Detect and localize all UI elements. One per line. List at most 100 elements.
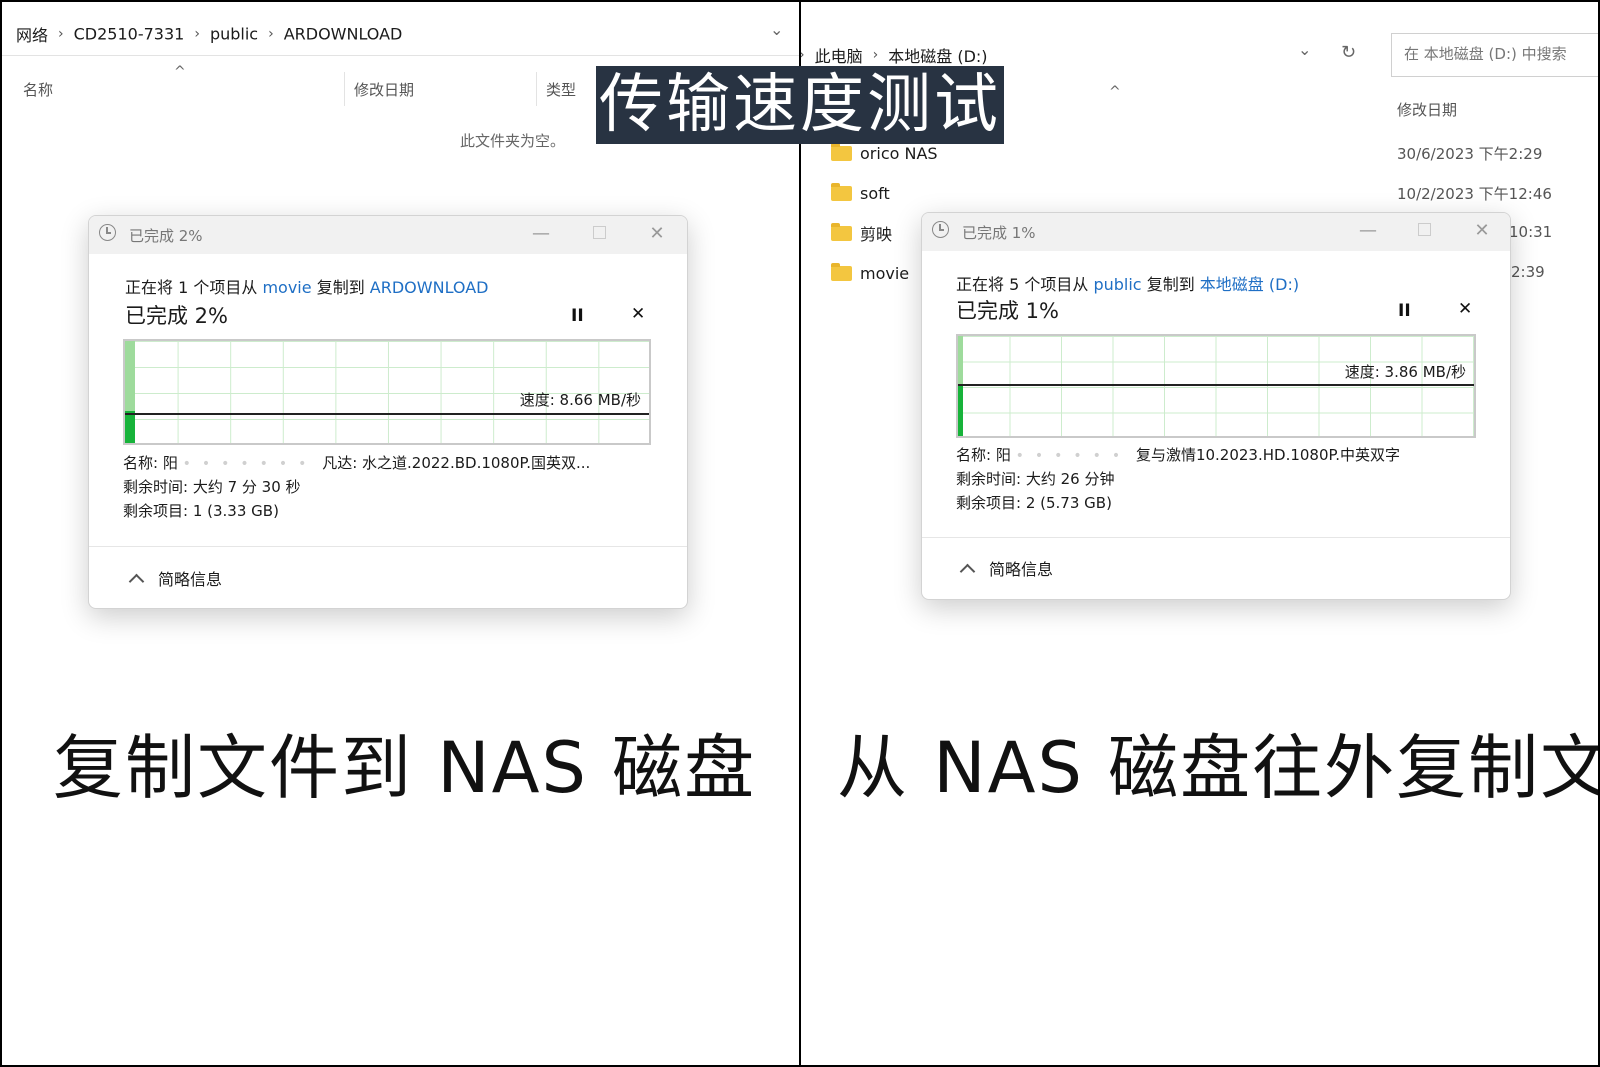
folder-icon: [831, 262, 852, 281]
speed-line: [958, 384, 1474, 386]
sort-caret-icon: ^: [1109, 84, 1121, 100]
source-link[interactable]: public: [1093, 275, 1141, 294]
copy-description: 正在将 1 个项目从 movie 复制到 ARDOWNLOAD: [125, 274, 488, 298]
overlay-title: 传输速度测试: [596, 66, 1004, 144]
dialog-title: 已完成 2%: [129, 227, 203, 245]
time-remaining: 剩余时间: 大约 7 分 30 秒: [123, 478, 301, 496]
folder-icon: [831, 182, 852, 201]
maximize-button[interactable]: [1410, 219, 1438, 243]
less-details-label: 简略信息: [989, 560, 1054, 579]
breadcrumb-item-network[interactable]: 网络: [16, 26, 48, 45]
copy-description-mid: 复制到: [1146, 275, 1195, 294]
file-name-row: 名称: 阳 •••••• 复与激情10.2023.HD.1080P.中英双字: [956, 444, 1400, 465]
chevron-down-icon[interactable]: ⌄: [1298, 40, 1311, 59]
speed-graph: 速度: 8.66 MB/秒: [123, 339, 651, 445]
folder-date: 30/6/2023 下午2:29: [1397, 145, 1543, 163]
chevron-right-icon: ›: [801, 47, 805, 63]
chevron-right-icon: ›: [872, 47, 879, 63]
less-details-toggle[interactable]: 简略信息: [128, 566, 222, 590]
search-placeholder: 在 本地磁盘 (D:) 中搜索: [1404, 45, 1567, 63]
dialog-footer-divider: [922, 537, 1510, 538]
chevron-right-icon: ›: [268, 26, 274, 42]
copy-description: 正在将 5 个项目从 public 复制到 本地磁盘 (D:): [956, 271, 1299, 295]
folder-name: 剪映: [860, 225, 893, 244]
list-item[interactable]: 剪映: [831, 222, 892, 244]
breadcrumb-item-share[interactable]: public: [210, 25, 258, 44]
copy-description-mid: 复制到: [316, 278, 365, 297]
folder-icon: [831, 142, 852, 161]
column-header-modified[interactable]: 修改日期: [1397, 99, 1457, 120]
file-name-label: 名称: 阳: [956, 446, 1011, 464]
breadcrumb: 网络 › CD2510-7331 › public › ARDOWNLOAD: [16, 22, 402, 46]
list-item[interactable]: movie: [831, 262, 909, 284]
breadcrumb-item-this-pc[interactable]: 此电脑: [815, 47, 863, 66]
clock-icon: [932, 221, 949, 238]
destination-link[interactable]: ARDOWNLOAD: [370, 278, 489, 297]
breadcrumb-item-host[interactable]: CD2510-7331: [74, 25, 185, 44]
dialog-footer-divider: [89, 546, 687, 547]
column-header-type[interactable]: 类型: [546, 79, 576, 100]
less-details-toggle[interactable]: 简略信息: [959, 556, 1054, 580]
copy-description-prefix: 正在将 5 个项目从: [956, 275, 1089, 294]
file-name-value: 复与激情10.2023.HD.1080P.中英双字: [1135, 446, 1400, 464]
percent-complete: 已完成 2%: [125, 304, 228, 328]
close-button[interactable]: ✕: [1468, 219, 1496, 243]
items-remaining: 剩余项目: 2 (5.73 GB): [956, 494, 1112, 512]
breadcrumb-item-drive[interactable]: 本地磁盘 (D:): [888, 47, 987, 66]
file-name-row: 名称: 阳 ••••••• 凡达: 水之道.2022.BD.1080P.国英双.…: [123, 452, 590, 473]
chevron-down-icon[interactable]: ⌄: [770, 20, 783, 39]
sort-caret-icon: ^: [174, 64, 186, 80]
progress-fill-dark: [125, 411, 136, 443]
file-name-value: 凡达: 水之道.2022.BD.1080P.国英双...: [322, 454, 591, 472]
minimize-button[interactable]: —: [527, 222, 555, 246]
folder-name: soft: [860, 183, 890, 203]
list-item[interactable]: soft: [831, 182, 890, 204]
refresh-icon[interactable]: ↻: [1341, 42, 1356, 63]
panel-divider: [799, 0, 801, 1067]
left-caption: 复制文件到 NAS 磁盘: [53, 727, 757, 809]
folder-date: 2:39: [1511, 263, 1545, 281]
minimize-button[interactable]: —: [1354, 219, 1382, 243]
speed-label: 速度: 8.66 MB/秒: [519, 391, 641, 409]
dialog-title: 已完成 1%: [962, 224, 1036, 242]
percent-complete: 已完成 1%: [956, 299, 1059, 323]
list-item[interactable]: orico NAS: [831, 142, 938, 164]
column-header-name[interactable]: 名称: [23, 79, 53, 100]
folder-date: 10:31: [1509, 223, 1553, 241]
search-input[interactable]: 在 本地磁盘 (D:) 中搜索: [1391, 33, 1600, 77]
address-bar-divider: [0, 55, 799, 56]
empty-folder-note: 此文件夹为空。: [460, 132, 566, 150]
column-header-modified[interactable]: 修改日期: [354, 79, 414, 100]
dialog-title-bar[interactable]: 已完成 1% — ✕: [922, 213, 1510, 251]
folder-name: movie: [860, 263, 910, 283]
cancel-button[interactable]: ✕: [631, 304, 645, 324]
copy-progress-dialog: 已完成 2% — ✕ 正在将 1 个项目从 movie 复制到 ARDOWNLO…: [88, 215, 688, 609]
chevron-up-icon: [959, 563, 976, 580]
breadcrumb-item-folder[interactable]: ARDOWNLOAD: [284, 25, 403, 44]
chevron-up-icon: [128, 573, 145, 590]
progress-fill-dark: [958, 386, 964, 436]
redaction-dots: •••••••: [182, 456, 318, 472]
breadcrumb: › 此电脑 › 本地磁盘 (D:): [801, 43, 988, 67]
destination-link[interactable]: 本地磁盘 (D:): [1200, 275, 1299, 294]
close-button[interactable]: ✕: [643, 222, 671, 246]
column-divider[interactable]: [344, 72, 345, 106]
right-explorer-panel: › 此电脑 › 本地磁盘 (D:) ⌄ ↻ 在 本地磁盘 (D:) 中搜索 ^ 修改日…: [801, 0, 1600, 1067]
pause-button[interactable]: II: [571, 306, 584, 326]
maximize-button[interactable]: [585, 222, 613, 246]
folder-name: orico NAS: [860, 143, 938, 163]
source-link[interactable]: movie: [262, 278, 311, 297]
dialog-title-bar[interactable]: 已完成 2% — ✕: [89, 216, 687, 254]
copy-progress-dialog: 已完成 1% — ✕ 正在将 5 个项目从 public 复制到 本地磁盘 (D…: [921, 212, 1511, 600]
column-divider[interactable]: [536, 72, 537, 106]
redaction-dots: ••••••: [1015, 448, 1132, 464]
folder-icon: [831, 222, 852, 241]
left-explorer-panel: 网络 › CD2510-7331 › public › ARDOWNLOAD ⌄ ^ 名称 …: [0, 0, 799, 1067]
cancel-button[interactable]: ✕: [1458, 299, 1472, 319]
pause-button[interactable]: II: [1398, 301, 1411, 321]
speed-graph: 速度: 3.86 MB/秒: [956, 334, 1476, 438]
file-name-label: 名称: 阳: [123, 454, 178, 472]
right-caption: 从 NAS 磁盘往外复制文件: [837, 727, 1600, 809]
chevron-right-icon: ›: [58, 26, 64, 42]
speed-label: 速度: 3.86 MB/秒: [1344, 363, 1466, 381]
